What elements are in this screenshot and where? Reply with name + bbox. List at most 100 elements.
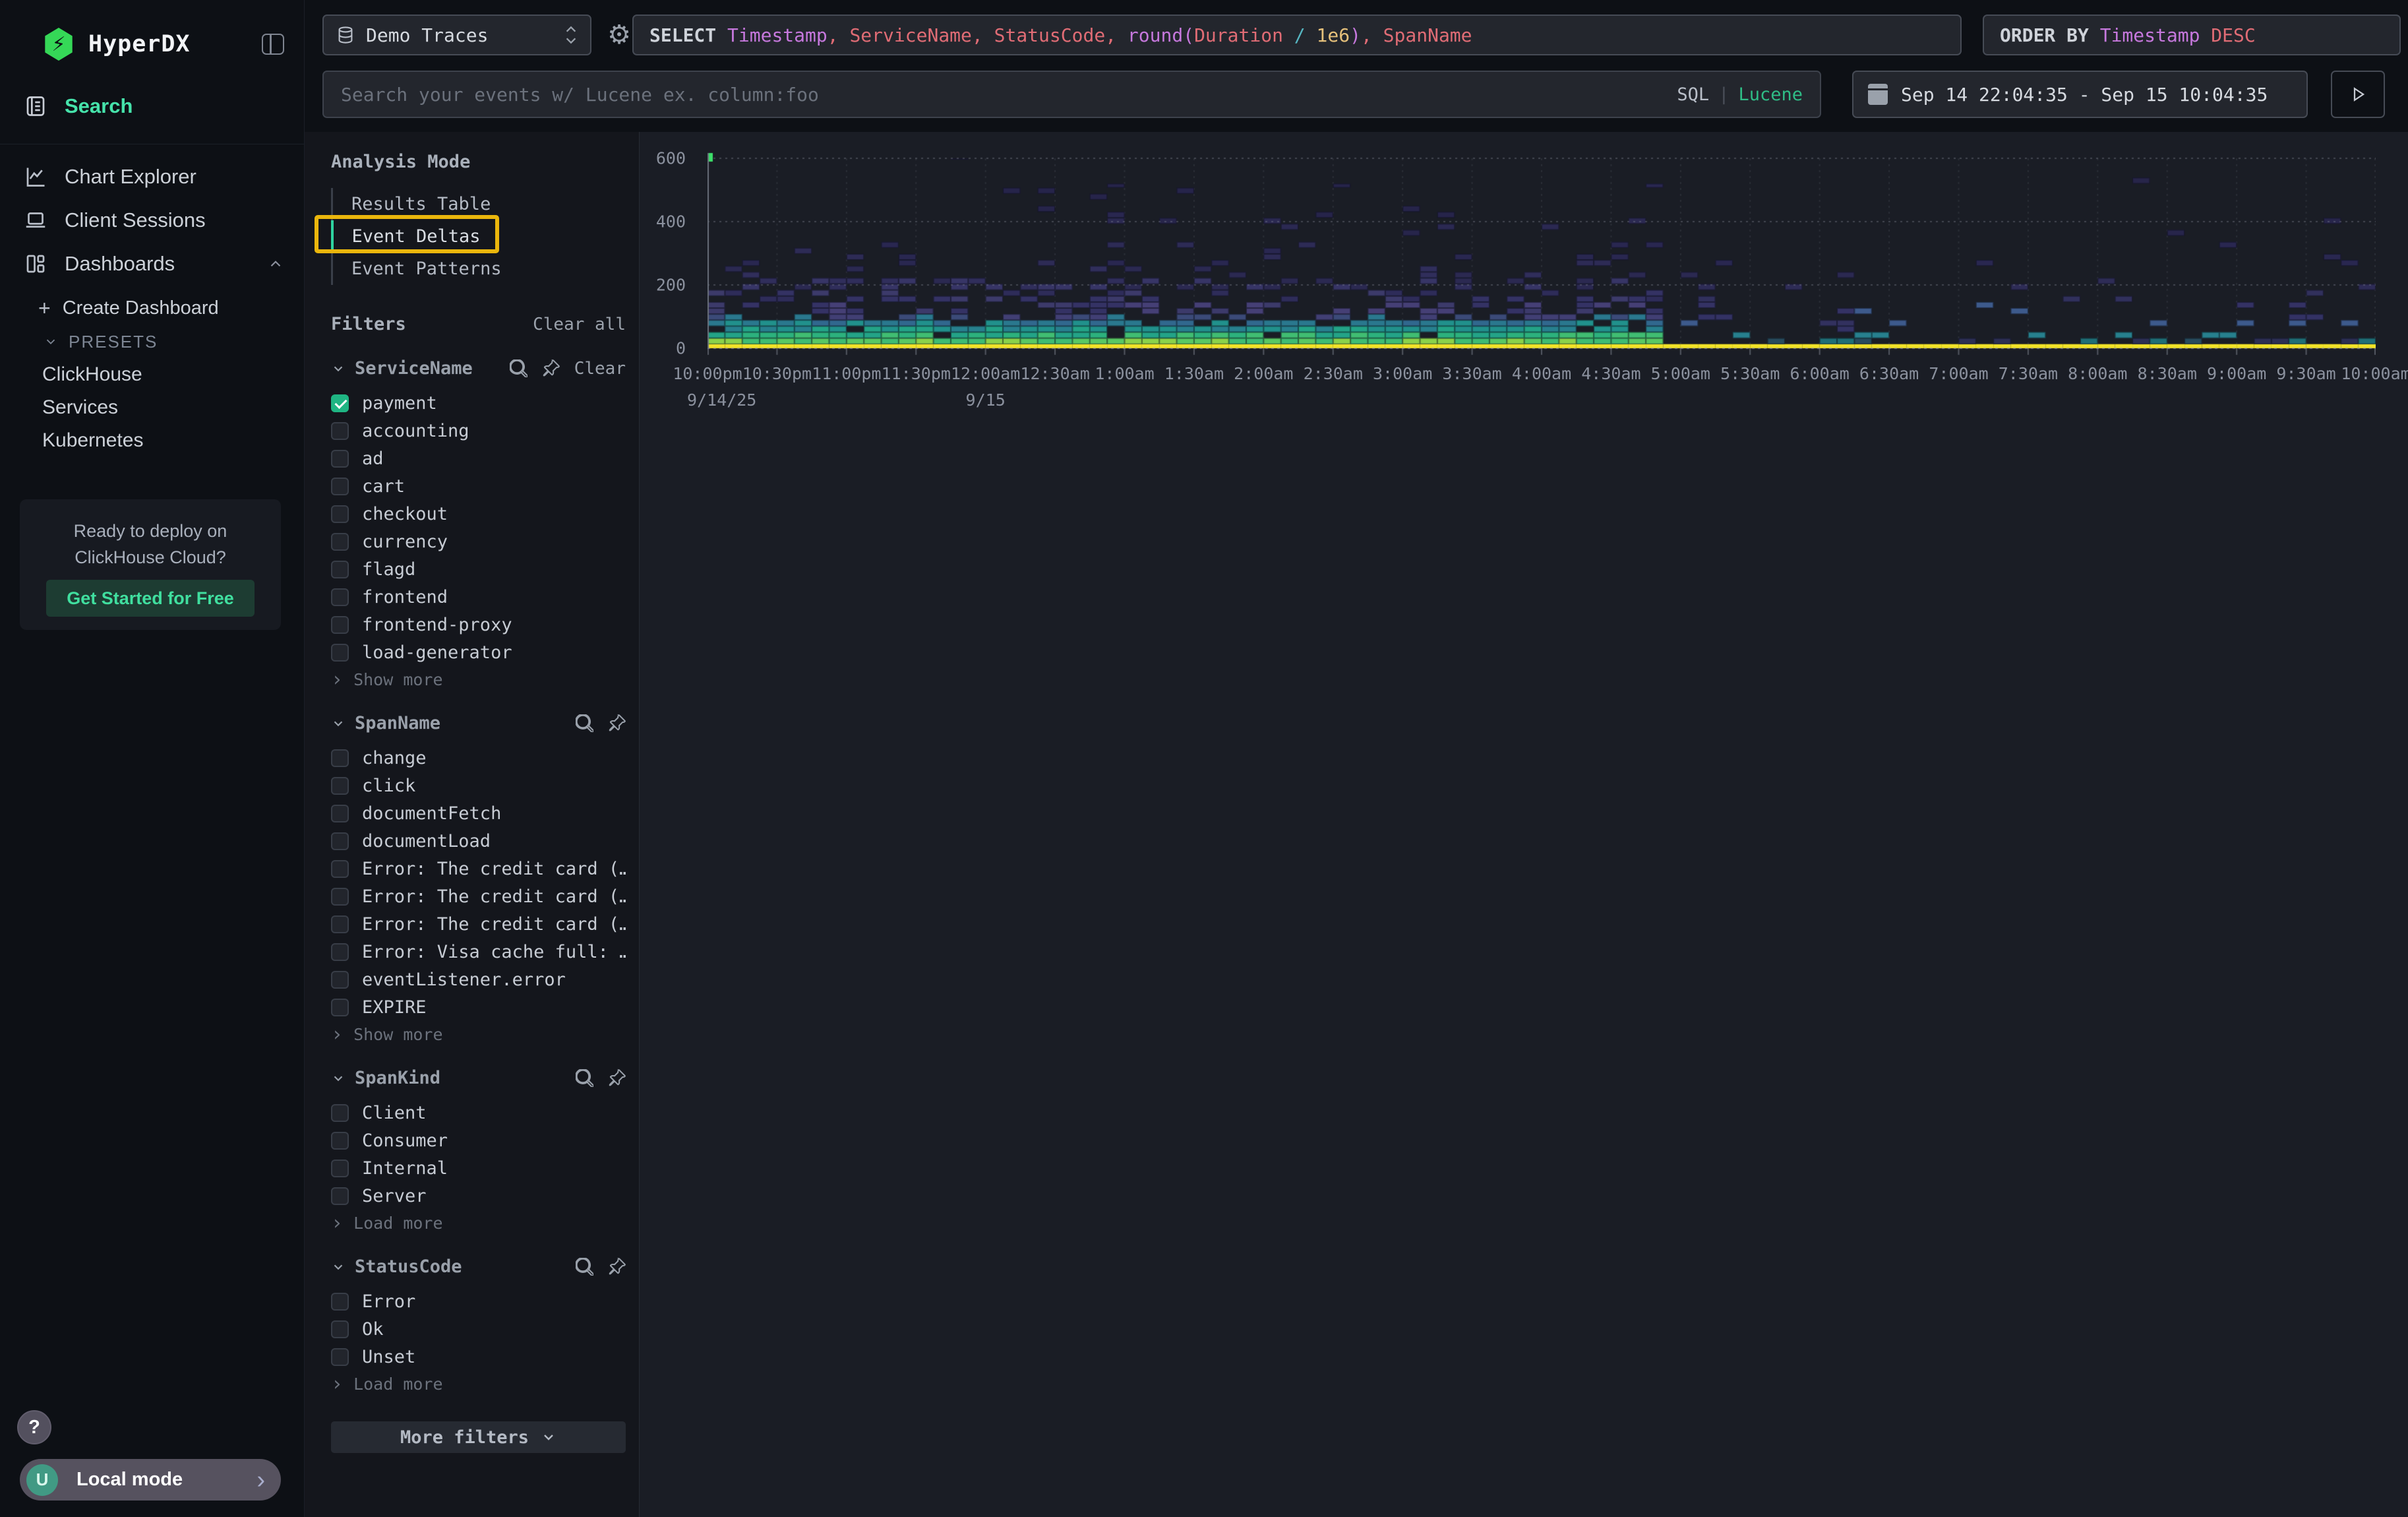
checkbox[interactable] bbox=[331, 888, 349, 906]
sidebar-item-search[interactable]: Search bbox=[0, 84, 304, 128]
checkbox[interactable] bbox=[331, 832, 349, 850]
pin-icon[interactable] bbox=[608, 714, 626, 732]
checkbox-label[interactable]: Client bbox=[362, 1103, 427, 1123]
checkbox-label[interactable]: Error: The credit card (… bbox=[362, 886, 626, 907]
time-range-picker[interactable]: Sep 14 22:04:35 - Sep 15 10:04:35 bbox=[1852, 71, 2308, 118]
checkbox-label[interactable]: currency bbox=[362, 532, 448, 552]
order-by-editor[interactable]: ORDER BY Timestamp DESC bbox=[1983, 15, 2401, 55]
mode-lucene-toggle[interactable]: Lucene bbox=[1738, 84, 1803, 105]
search-icon[interactable] bbox=[576, 714, 593, 732]
checkbox[interactable] bbox=[331, 394, 349, 412]
checkbox-label[interactable]: eventListener.error bbox=[362, 970, 566, 990]
checkbox-label[interactable]: Error bbox=[362, 1291, 415, 1312]
preset-kubernetes[interactable]: Kubernetes bbox=[0, 424, 304, 457]
checkbox[interactable] bbox=[331, 749, 349, 767]
mode-sql-toggle[interactable]: SQL bbox=[1677, 84, 1709, 105]
checkbox[interactable] bbox=[331, 943, 349, 961]
checkbox-label[interactable]: Ok bbox=[362, 1319, 384, 1340]
run-query-button[interactable] bbox=[2331, 71, 2385, 118]
search-icon[interactable] bbox=[576, 1258, 593, 1276]
checkbox-label[interactable]: Error: The credit card (… bbox=[362, 914, 626, 935]
show-more-button[interactable]: › Show more bbox=[331, 670, 626, 689]
more-filters-button[interactable]: More filters bbox=[331, 1421, 626, 1453]
checkbox-label[interactable]: Consumer bbox=[362, 1130, 448, 1151]
checkbox[interactable] bbox=[331, 561, 349, 578]
checkbox[interactable] bbox=[331, 588, 349, 606]
sidebar-item-dashboards[interactable]: Dashboards bbox=[0, 242, 304, 286]
checkbox[interactable] bbox=[331, 1187, 349, 1205]
sql-select-editor[interactable]: SELECT Timestamp, ServiceName, StatusCod… bbox=[632, 15, 1962, 55]
duration-heatmap-chart[interactable] bbox=[707, 152, 2376, 363]
checkbox[interactable] bbox=[331, 1320, 349, 1338]
checkbox[interactable] bbox=[331, 1293, 349, 1311]
checkbox-label[interactable]: ad bbox=[362, 449, 384, 469]
sidebar-item-label: Search bbox=[65, 94, 133, 118]
checkbox[interactable] bbox=[331, 422, 349, 440]
checkbox-label[interactable]: documentFetch bbox=[362, 803, 501, 824]
sidebar-item-chart-explorer[interactable]: Chart Explorer bbox=[0, 155, 304, 199]
sidebar-item-client-sessions[interactable]: Client Sessions bbox=[0, 199, 304, 242]
checkbox[interactable] bbox=[331, 999, 349, 1016]
search-input[interactable]: Search your events w/ Lucene ex. column:… bbox=[322, 71, 1821, 118]
checkbox-label[interactable]: flagd bbox=[362, 559, 415, 580]
checkbox[interactable] bbox=[331, 478, 349, 495]
pin-icon[interactable] bbox=[542, 359, 560, 377]
chevron-down-icon[interactable] bbox=[331, 716, 346, 731]
pin-icon[interactable] bbox=[608, 1258, 626, 1276]
clear-all-button[interactable]: Clear all bbox=[533, 315, 626, 334]
checkbox-label[interactable]: change bbox=[362, 748, 427, 768]
checkbox-label[interactable]: click bbox=[362, 776, 415, 796]
checkbox[interactable] bbox=[331, 533, 349, 551]
checkbox[interactable] bbox=[331, 1132, 349, 1150]
checkbox-label[interactable]: Internal bbox=[362, 1158, 448, 1179]
search-icon[interactable] bbox=[510, 359, 527, 377]
checkbox-label[interactable]: payment bbox=[362, 393, 437, 414]
checkbox[interactable] bbox=[331, 450, 349, 468]
checkbox[interactable] bbox=[331, 1104, 349, 1122]
checkbox-label[interactable]: accounting bbox=[362, 421, 469, 441]
checkbox-label[interactable]: documentLoad bbox=[362, 831, 491, 851]
checkbox[interactable] bbox=[331, 616, 349, 634]
source-settings-button[interactable]: ⚙ bbox=[603, 18, 636, 51]
show-more-button[interactable]: › Load more bbox=[331, 1214, 626, 1233]
checkbox[interactable] bbox=[331, 1348, 349, 1366]
checkbox-label[interactable]: Server bbox=[362, 1186, 427, 1206]
source-select[interactable]: Demo Traces bbox=[322, 15, 591, 55]
chevron-down-icon[interactable] bbox=[331, 1260, 346, 1274]
checkbox[interactable] bbox=[331, 777, 349, 795]
checkbox-label[interactable]: frontend-proxy bbox=[362, 615, 512, 635]
checkbox-label[interactable]: Error: The credit card (… bbox=[362, 859, 626, 879]
chevron-down-icon[interactable] bbox=[331, 361, 346, 376]
search-icon[interactable] bbox=[576, 1069, 593, 1087]
checkbox[interactable] bbox=[331, 805, 349, 822]
checkbox-label[interactable]: frontend bbox=[362, 587, 448, 607]
analysis-mode-option[interactable]: Event Patterns bbox=[333, 253, 626, 285]
checkbox-label[interactable]: Unset bbox=[362, 1347, 415, 1367]
help-button[interactable]: ? bbox=[17, 1410, 51, 1444]
get-started-button[interactable]: Get Started for Free bbox=[46, 580, 255, 617]
checkbox-label[interactable]: cart bbox=[362, 476, 405, 497]
pin-icon[interactable] bbox=[608, 1069, 626, 1087]
checkbox[interactable] bbox=[331, 860, 349, 878]
chevron-down-icon[interactable] bbox=[331, 1071, 346, 1086]
checkbox-label[interactable]: checkout bbox=[362, 504, 448, 524]
create-dashboard-button[interactable]: + Create Dashboard bbox=[0, 291, 304, 325]
checkbox-label[interactable]: load-generator bbox=[362, 642, 512, 663]
checkbox-label[interactable]: Error: Visa cache full: … bbox=[362, 942, 626, 962]
checkbox[interactable] bbox=[331, 915, 349, 933]
checkbox[interactable] bbox=[331, 971, 349, 989]
chevron-up-icon[interactable] bbox=[267, 255, 284, 272]
checkbox[interactable] bbox=[331, 1160, 349, 1177]
checkbox[interactable] bbox=[331, 644, 349, 662]
show-more-button[interactable]: › Load more bbox=[331, 1375, 626, 1394]
presets-toggle[interactable]: PRESETS bbox=[0, 325, 304, 358]
select-chevrons-icon bbox=[564, 24, 578, 46]
user-menu[interactable]: U Local mode › bbox=[20, 1459, 281, 1501]
preset-services[interactable]: Services bbox=[0, 391, 304, 424]
show-more-button[interactable]: › Show more bbox=[331, 1025, 626, 1044]
checkbox[interactable] bbox=[331, 505, 349, 523]
checkbox-label[interactable]: EXPIRE bbox=[362, 997, 427, 1018]
collapse-sidebar-icon[interactable] bbox=[262, 34, 284, 55]
clear-group-button[interactable]: Clear bbox=[574, 359, 626, 379]
preset-clickhouse[interactable]: ClickHouse bbox=[0, 358, 304, 391]
